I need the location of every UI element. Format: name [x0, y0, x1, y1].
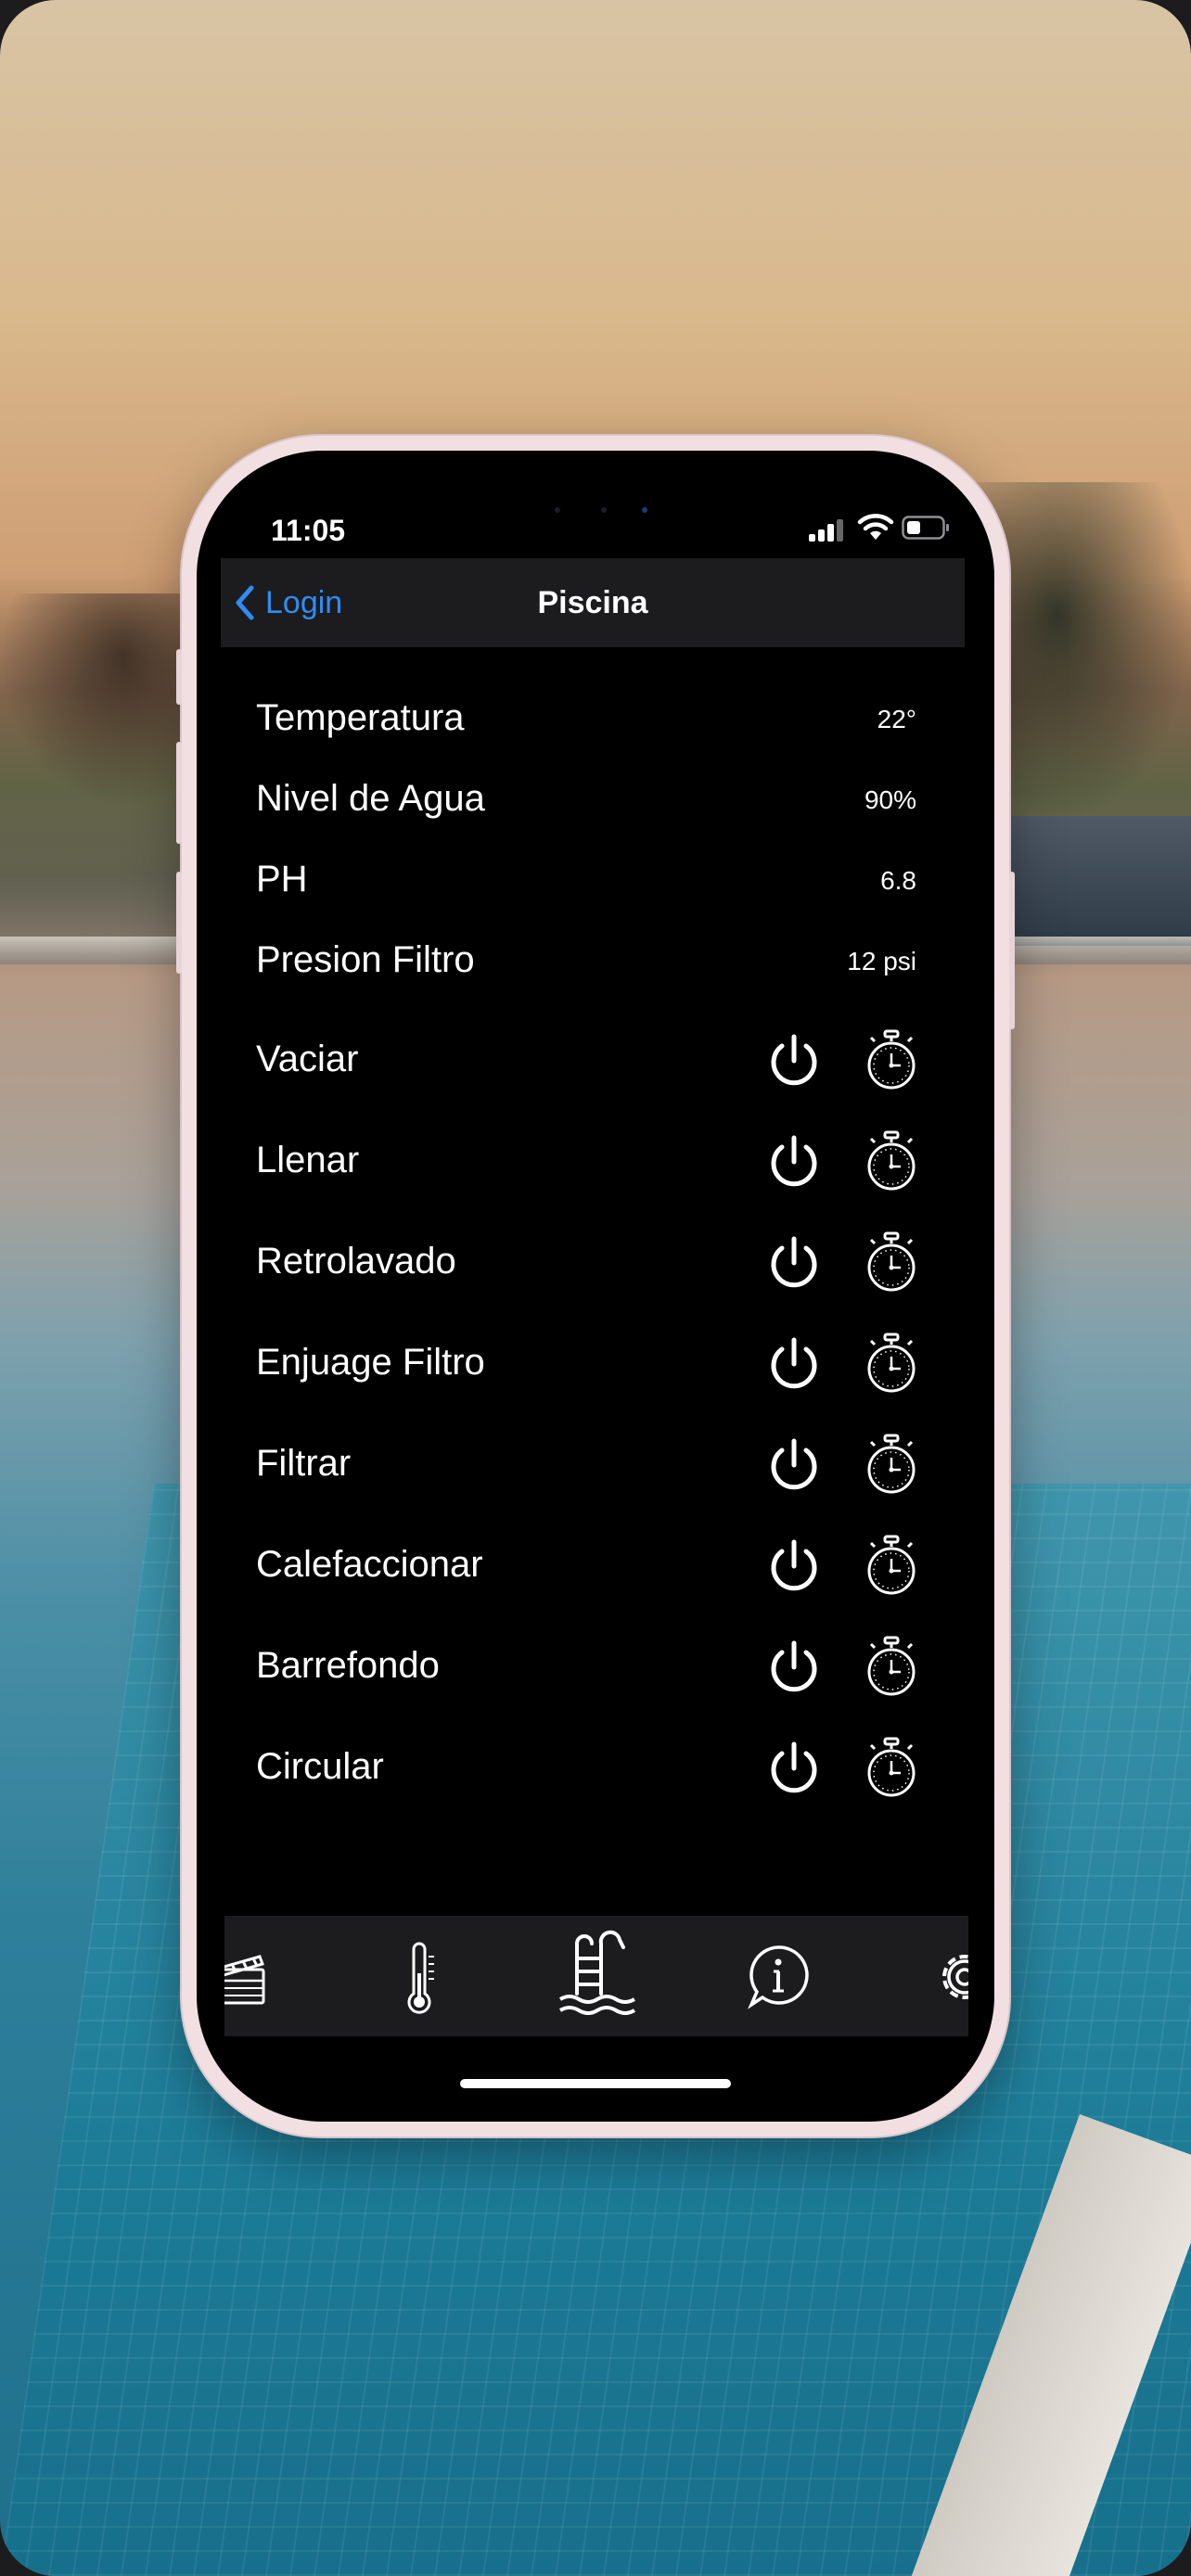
action-row-circular: Circular	[221, 1731, 965, 1805]
silent-switch	[176, 649, 182, 705]
power-icon[interactable]	[766, 1233, 822, 1293]
power-side-button	[1009, 872, 1015, 1029]
power-icon[interactable]	[766, 1537, 822, 1596]
tab-info[interactable]	[746, 1916, 811, 2036]
reading-label: Presion Filtro	[256, 939, 475, 980]
info-bubble-icon	[748, 1945, 809, 2009]
reading-value: 90%	[864, 785, 916, 814]
power-icon[interactable]	[766, 1435, 822, 1495]
action-row-barrefondo: Barrefondo	[221, 1630, 965, 1704]
stopwatch-icon[interactable]	[863, 1333, 920, 1394]
reading-row: PH 6.8	[221, 851, 965, 907]
reading-label: Nivel de Agua	[256, 778, 485, 819]
tab-pool[interactable]	[557, 1916, 636, 2036]
reading-label: Temperatura	[256, 697, 465, 738]
reading-label: PH	[256, 859, 308, 899]
thermometer-icon	[407, 1942, 434, 2014]
reading-row: Temperatura 22°	[221, 690, 965, 746]
action-row-retrolavado: Retrolavado	[221, 1226, 965, 1300]
action-row-vaciar: Vaciar	[221, 1024, 965, 1098]
action-row-llenar: Llenar	[221, 1125, 965, 1199]
power-icon[interactable]	[766, 1334, 822, 1394]
stopwatch-icon[interactable]	[863, 1737, 920, 1798]
action-label: Llenar	[256, 1140, 360, 1180]
gear-icon	[942, 1955, 968, 1999]
reading-row: Presion Filtro 12 psi	[221, 932, 965, 988]
clapperboard-icon	[224, 1955, 265, 2005]
home-indicator[interactable]	[460, 2079, 731, 2088]
stopwatch-icon[interactable]	[863, 1130, 920, 1192]
action-label: Barrefondo	[256, 1645, 440, 1686]
stopwatch-icon[interactable]	[863, 1535, 920, 1596]
power-icon[interactable]	[766, 1031, 822, 1090]
stopwatch-icon[interactable]	[863, 1636, 920, 1697]
tab-temperature[interactable]	[391, 1916, 447, 2036]
deck-right	[1005, 816, 1191, 946]
reading-value: 12 psi	[847, 947, 916, 976]
tab-scenes[interactable]	[224, 1916, 280, 2036]
stopwatch-icon[interactable]	[863, 1029, 920, 1090]
trees-left	[0, 593, 204, 807]
volume-up-button	[176, 742, 182, 844]
action-label: Calefaccionar	[256, 1544, 483, 1585]
power-icon[interactable]	[766, 1638, 822, 1697]
control-list: Temperatura 22° Nivel de Agua 90% PH 6.8…	[221, 0, 965, 1855]
power-icon[interactable]	[766, 1739, 822, 1798]
action-row-filtrar: Filtrar	[221, 1428, 965, 1502]
reading-value: 6.8	[880, 866, 916, 895]
action-row-calefaccionar: Calefaccionar	[221, 1529, 965, 1603]
stopwatch-icon[interactable]	[863, 1434, 920, 1495]
action-label: Retrolavado	[256, 1241, 456, 1282]
action-label: Filtrar	[256, 1443, 352, 1484]
power-icon[interactable]	[766, 1132, 822, 1192]
action-label: Circular	[256, 1746, 384, 1787]
volume-down-button	[176, 872, 182, 974]
tab-settings[interactable]	[929, 1916, 968, 2036]
pool-ladder-icon	[558, 1930, 636, 2015]
tab-bar	[224, 1916, 968, 2036]
action-label: Vaciar	[256, 1039, 359, 1079]
reading-value: 22°	[877, 705, 916, 733]
reading-row: Nivel de Agua 90%	[221, 771, 965, 826]
action-row-enjuage-filtro: Enjuage Filtro	[221, 1327, 965, 1401]
action-label: Enjuage Filtro	[256, 1342, 485, 1383]
stopwatch-icon[interactable]	[863, 1231, 920, 1293]
